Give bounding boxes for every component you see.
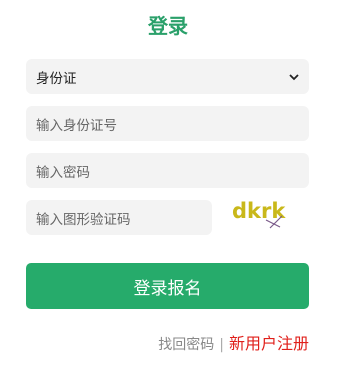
new-user-register-link[interactable]: 新用户注册: [229, 330, 309, 354]
password-placeholder: 输入密码: [36, 164, 90, 181]
bottom-links: 找回密码 | 新用户注册: [158, 330, 309, 354]
id-type-selected-value: 身份证: [36, 70, 77, 87]
id-number-placeholder: 输入身份证号: [36, 117, 117, 134]
link-separator: |: [219, 337, 224, 353]
page-title: 登录: [148, 14, 188, 38]
id-type-select[interactable]: 身份证: [26, 59, 309, 94]
captcha-input[interactable]: 输入图形验证码: [26, 200, 212, 235]
chevron-down-icon: [289, 70, 299, 84]
captcha-placeholder: 输入图形验证码: [36, 211, 131, 228]
id-number-input[interactable]: 输入身份证号: [26, 106, 309, 141]
password-input[interactable]: 输入密码: [26, 153, 309, 188]
recover-password-link[interactable]: 找回密码: [158, 334, 214, 354]
captcha-image[interactable]: dkrk: [230, 196, 290, 230]
login-register-button[interactable]: 登录报名: [26, 263, 309, 309]
